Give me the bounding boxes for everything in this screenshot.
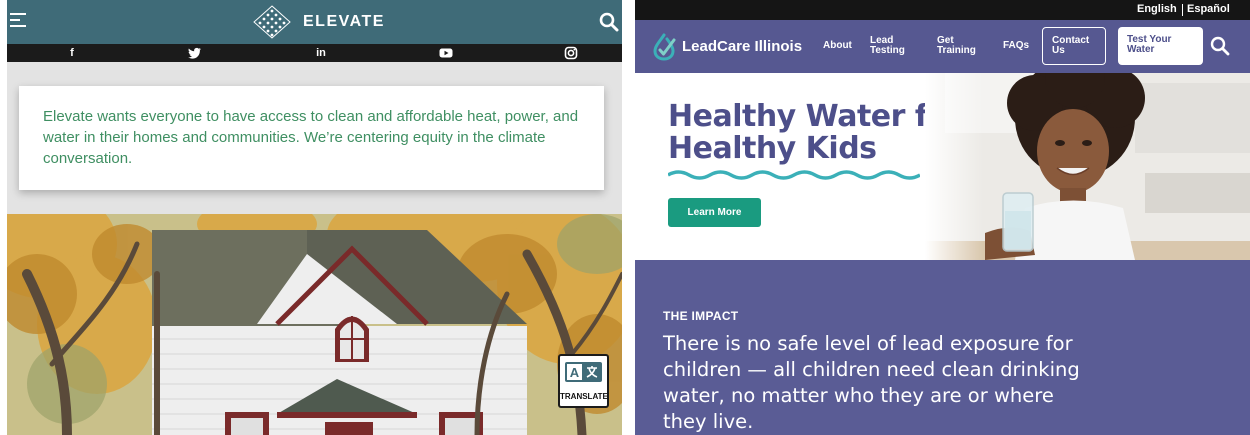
- main-nav: LeadCare Illinois About Lead Testing Get…: [635, 20, 1250, 73]
- youtube-icon[interactable]: [439, 46, 453, 60]
- hamburger-menu-icon[interactable]: [10, 13, 28, 31]
- language-divider: [1182, 4, 1183, 16]
- mission-card: Elevate wants everyone to have access to…: [19, 86, 604, 190]
- hero-section: Healthy Water for Healthy Kids Learn Mor…: [635, 73, 1250, 260]
- impact-statement: There is no safe level of lead exposure …: [663, 332, 1080, 433]
- mission-text: Elevate wants everyone to have access to…: [43, 108, 579, 167]
- leadcare-page: English Español LeadCare Illinois About …: [635, 0, 1250, 435]
- linkedin-icon[interactable]: in: [313, 46, 329, 60]
- leadcare-brand[interactable]: LeadCare Illinois: [682, 38, 802, 55]
- language-english[interactable]: English: [1137, 3, 1177, 15]
- nav-get-training[interactable]: Get Training: [937, 36, 983, 56]
- search-icon[interactable]: [1210, 36, 1230, 56]
- hero-title: Healthy Water for Healthy Kids: [668, 99, 962, 166]
- translate-button[interactable]: A TRANSLATE: [558, 354, 609, 408]
- contact-us-button[interactable]: Contact Us: [1042, 27, 1106, 65]
- water-drop-check-icon[interactable]: [652, 33, 676, 61]
- diamond-logo-icon[interactable]: [253, 5, 291, 39]
- elevate-page: ELEVATE f in Elevate wants everyone to h…: [7, 0, 622, 435]
- elevate-brand[interactable]: ELEVATE: [303, 13, 385, 31]
- wave-divider: [668, 170, 920, 180]
- language-bar: English Español: [635, 0, 1250, 20]
- translate-label: TRANSLATE: [560, 392, 608, 401]
- nav-lead-testing[interactable]: Lead Testing: [870, 36, 914, 56]
- language-espanol[interactable]: Español: [1187, 3, 1230, 15]
- instagram-icon[interactable]: [564, 46, 578, 60]
- test-your-water-button[interactable]: Test Your Water: [1118, 27, 1203, 65]
- impact-eyebrow: THE IMPACT: [663, 309, 739, 323]
- nav-about[interactable]: About: [823, 41, 852, 51]
- mission-section: Elevate wants everyone to have access to…: [7, 62, 622, 214]
- facebook-icon[interactable]: f: [65, 46, 79, 60]
- learn-more-button[interactable]: Learn More: [668, 198, 761, 227]
- translate-icon: A: [565, 362, 602, 382]
- nav-faqs[interactable]: FAQs: [1003, 41, 1029, 51]
- search-icon[interactable]: [599, 12, 619, 32]
- elevate-header: ELEVATE: [7, 0, 622, 44]
- impact-section: THE IMPACT There is no safe level of lea…: [635, 260, 1250, 435]
- svg-text:A: A: [570, 365, 580, 380]
- social-bar: f in: [7, 44, 622, 62]
- twitter-icon[interactable]: [188, 46, 202, 60]
- child-with-water-photo: [925, 73, 1250, 260]
- house-photo: [7, 214, 622, 435]
